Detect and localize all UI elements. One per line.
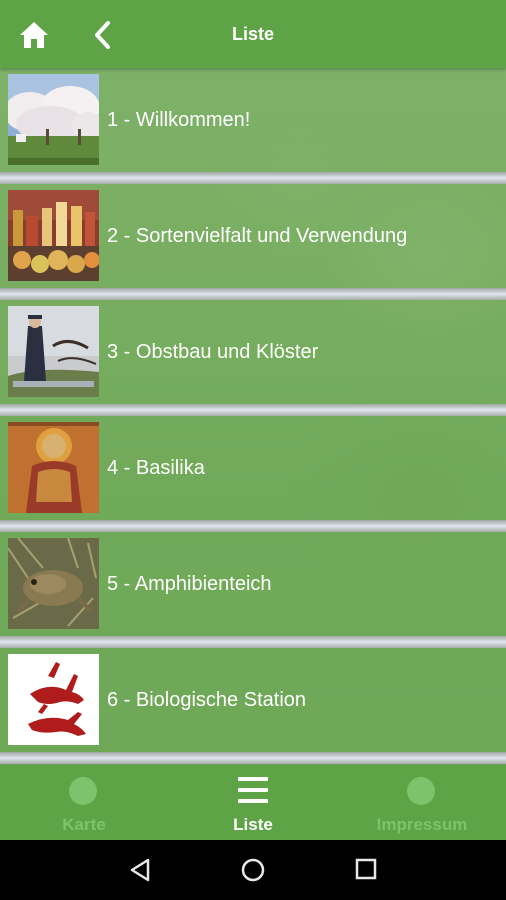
divider (0, 636, 506, 648)
divider (0, 404, 506, 416)
list-item-label: 5 - Amphibienteich (107, 573, 272, 595)
home-circle-icon[interactable] (241, 858, 265, 882)
list-icon (238, 777, 268, 803)
thumbnail-apple-products (8, 190, 99, 281)
thumbnail-fresco (8, 422, 99, 513)
list-item-3[interactable]: 3 - Obstbau und Klöster (0, 300, 506, 404)
list-item-1[interactable]: 1 - Willkommen! (0, 68, 506, 172)
list-item-4[interactable]: 4 - Basilika (0, 416, 506, 520)
divider (0, 752, 506, 764)
divider (0, 288, 506, 300)
nav-label-liste: Liste (233, 815, 273, 834)
list-item-label: 6 - Biologische Station (107, 689, 307, 711)
map-pin-icon (69, 777, 97, 805)
page-title: Liste (231, 24, 274, 44)
system-navigation-bar (0, 840, 506, 900)
list-item-label: 2 - Sortenvielfalt und Verwendung (107, 225, 408, 247)
station-list: 1 - Willkommen! 2 - Sortenvielfalt und V… (0, 68, 506, 765)
recents-square-icon[interactable] (355, 858, 377, 880)
list-item-5[interactable]: 5 - Amphibienteich (0, 532, 506, 636)
list-item-label: 1 - Willkommen! (107, 109, 251, 131)
thumbnail-toad (8, 538, 99, 629)
nav-item-karte[interactable]: Karte (0, 765, 168, 840)
thumbnail-monk-painting (8, 306, 99, 397)
thumbnail-hare-logo (8, 654, 99, 745)
nav-item-liste[interactable]: Liste (169, 765, 337, 840)
nav-item-impressum[interactable]: Impressum (338, 765, 506, 840)
list-item-2[interactable]: 2 - Sortenvielfalt und Verwendung (0, 184, 506, 288)
divider (0, 172, 506, 184)
nav-label-impressum: Impressum (376, 815, 468, 834)
divider (0, 520, 506, 532)
top-app-bar: Liste (0, 0, 506, 68)
back-triangle-icon[interactable] (128, 858, 152, 882)
list-item-label: 4 - Basilika (107, 457, 205, 479)
bottom-navigation: Karte Liste Impressum (0, 765, 506, 840)
nav-label-karte: Karte (62, 815, 106, 834)
list-item-label: 3 - Obstbau und Klöster (107, 341, 319, 363)
info-icon (407, 777, 435, 805)
thumbnail-blossoming-orchard (8, 74, 99, 165)
list-item-6[interactable]: 6 - Biologische Station (0, 648, 506, 752)
